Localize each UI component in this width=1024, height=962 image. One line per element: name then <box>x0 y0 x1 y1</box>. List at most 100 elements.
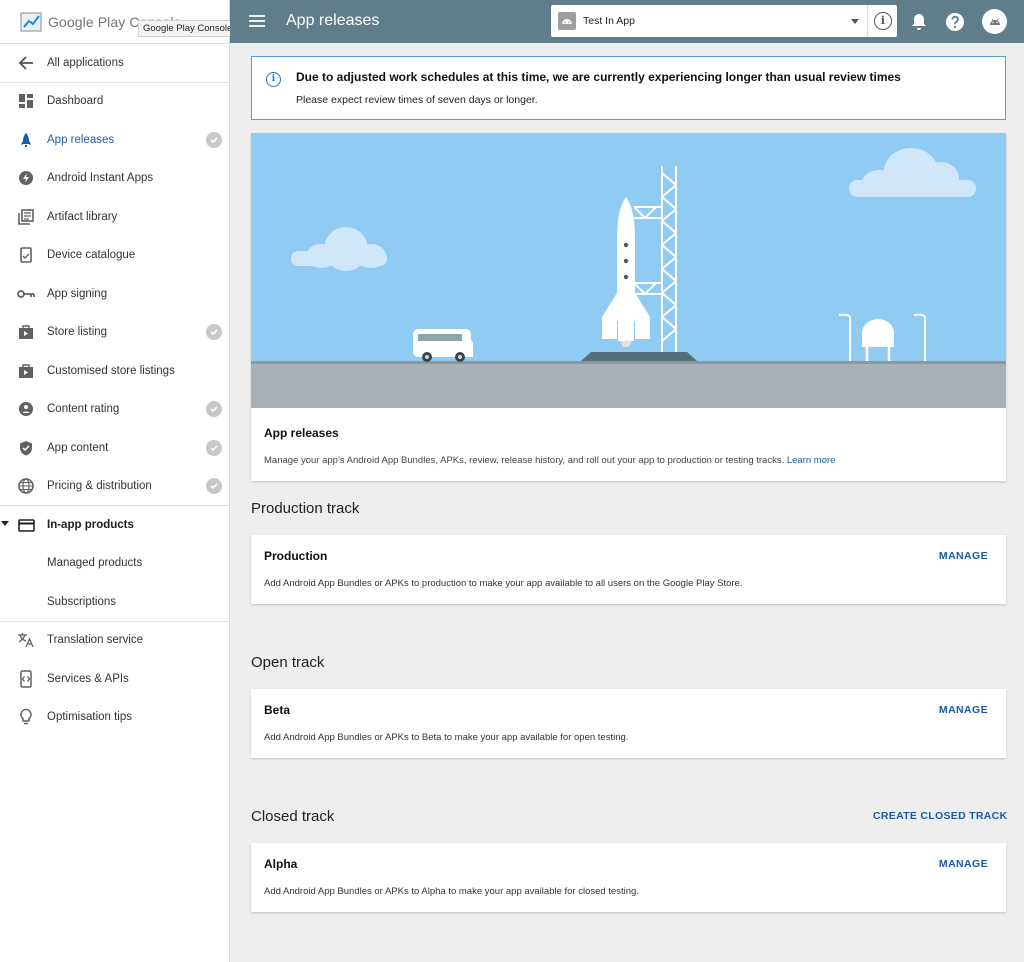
nav-label: Store listing <box>47 326 108 338</box>
devices-icon <box>17 246 35 264</box>
chevron-down-icon <box>851 19 859 24</box>
nav-label: Subscriptions <box>47 596 117 608</box>
nav-item-content-rating[interactable]: Content rating <box>0 390 229 428</box>
track-name: Production <box>264 549 328 563</box>
key-icon <box>17 285 35 303</box>
rocket-launch-illustration <box>251 133 1006 408</box>
nav-item-managed-products[interactable]: Managed products <box>0 544 229 582</box>
nav-label: Customised store listings <box>47 365 175 377</box>
notice-body: Please expect review times of seven days… <box>296 94 538 106</box>
check-circle-icon <box>206 324 222 340</box>
nav-label: Translation service <box>47 634 144 646</box>
nav-item-store-listing[interactable]: Store listing <box>0 313 229 351</box>
nav-label: Dashboard <box>47 95 104 107</box>
nav-item-device-catalogue[interactable]: Device catalogue <box>0 236 229 274</box>
info-icon[interactable]: i <box>874 12 892 30</box>
nav-label: Artifact library <box>47 211 118 223</box>
notice-title: Due to adjusted work schedules at this t… <box>296 70 901 84</box>
hero-description-text: Manage your app's Android App Bundles, A… <box>264 455 785 466</box>
page-title: App releases <box>286 12 380 29</box>
track-description: Add Android App Bundles or APKs to produ… <box>264 578 743 589</box>
alpha-track-card: Alpha Add Android App Bundles or APKs to… <box>251 843 1006 912</box>
nav-item-app-content[interactable]: App content <box>0 429 229 467</box>
api-icon <box>17 670 35 688</box>
launch-pad <box>581 352 697 361</box>
shield-icon <box>17 439 35 457</box>
hero-title: App releases <box>264 426 339 440</box>
check-circle-icon <box>206 478 222 494</box>
manage-production-button[interactable]: MANAGE <box>939 550 988 562</box>
review-times-notice: i Due to adjusted work schedules at this… <box>251 56 1006 120</box>
bolt-icon <box>17 169 35 187</box>
logo-tooltip: Google Play Console <box>138 20 238 37</box>
create-closed-track-button[interactable]: CREATE CLOSED TRACK <box>873 810 1007 822</box>
hamburger-menu-icon[interactable] <box>248 13 266 29</box>
info-icon: i <box>266 72 281 87</box>
android-avatar-icon <box>989 18 1000 25</box>
manage-alpha-button[interactable]: MANAGE <box>939 858 988 870</box>
nav-all-applications[interactable]: All applications <box>0 44 229 82</box>
nav-label: Services & APIs <box>47 673 129 685</box>
production-track-card: Production Add Android App Bundles or AP… <box>251 535 1006 604</box>
lightbulb-icon <box>17 708 35 726</box>
track-description: Add Android App Bundles or APKs to Alpha… <box>264 886 639 897</box>
nav-item-app-releases[interactable]: App releases <box>0 121 229 159</box>
nav-item-optimisation-tips[interactable]: Optimisation tips <box>0 698 229 736</box>
nav-label: Managed products <box>47 557 143 569</box>
selector-divider <box>867 5 868 37</box>
beta-track-card: Beta Add Android App Bundles or APKs to … <box>251 689 1006 758</box>
hero-description: Manage your app's Android App Bundles, A… <box>264 455 835 466</box>
top-app-bar: App releases Test In App i <box>230 0 1024 43</box>
nav-item-artifact-library[interactable]: Artifact library <box>0 198 229 236</box>
nav-item-subscriptions[interactable]: Subscriptions <box>0 583 229 621</box>
nav-label: Android Instant Apps <box>47 172 154 184</box>
play-console-logo-icon <box>20 12 42 32</box>
translate-icon <box>17 631 35 649</box>
library-icon <box>17 208 35 226</box>
help-icon[interactable] <box>945 12 965 32</box>
globe-icon <box>17 477 35 495</box>
rocket-icon <box>17 131 35 149</box>
nav-item-android-instant-apps[interactable]: Android Instant Apps <box>0 159 229 197</box>
track-description: Add Android App Bundles or APKs to Beta … <box>264 732 629 743</box>
track-name: Alpha <box>264 857 298 871</box>
manage-beta-button[interactable]: MANAGE <box>939 704 988 716</box>
nav-label: App signing <box>47 288 108 300</box>
nav-item-customised-store-listings[interactable]: Customised store listings <box>0 352 229 390</box>
expand-caret-icon <box>1 521 9 526</box>
rating-icon <box>17 400 35 418</box>
learn-more-link[interactable]: Learn more <box>787 455 836 466</box>
sidebar: Google Play Console Google Play Console … <box>0 0 238 962</box>
nav-item-dashboard[interactable]: Dashboard <box>0 82 229 120</box>
dashboard-icon <box>17 92 35 110</box>
notifications-bell-icon[interactable] <box>910 12 930 32</box>
app-releases-hero-card: App releases Manage your app's Android A… <box>251 133 1006 481</box>
store-icon <box>17 323 35 341</box>
account-avatar[interactable] <box>982 9 1007 34</box>
nav-label: App releases <box>47 134 115 146</box>
nav-label: Pricing & distribution <box>47 480 152 492</box>
nav-item-pricing-distribution[interactable]: Pricing & distribution <box>0 467 229 505</box>
credit-card-icon <box>17 516 35 534</box>
selected-app-name: Test In App <box>583 15 635 27</box>
app-selector[interactable]: Test In App i <box>551 5 897 37</box>
store-custom-icon <box>17 362 35 380</box>
android-app-icon <box>558 12 576 30</box>
closed-track-heading: Closed track <box>251 808 335 825</box>
check-circle-icon <box>206 440 222 456</box>
track-name: Beta <box>264 703 291 717</box>
nav-item-services-apis[interactable]: Services & APIs <box>0 660 229 698</box>
nav-label: Device catalogue <box>47 249 136 261</box>
check-circle-icon <box>206 132 222 148</box>
nav-item-app-signing[interactable]: App signing <box>0 275 229 313</box>
nav-item-translation-service[interactable]: Translation service <box>0 621 229 659</box>
nav-label: App content <box>47 442 109 454</box>
nav-item-in-app-products[interactable]: In-app products <box>0 506 229 544</box>
arrow-back-icon <box>17 54 35 72</box>
nav-label: All applications <box>47 57 124 69</box>
nav-label: Content rating <box>47 403 120 415</box>
open-track-heading: Open track <box>251 654 325 671</box>
production-track-heading: Production track <box>251 500 360 517</box>
nav-label: In-app products <box>47 519 134 531</box>
nav-label: Optimisation tips <box>47 711 133 723</box>
